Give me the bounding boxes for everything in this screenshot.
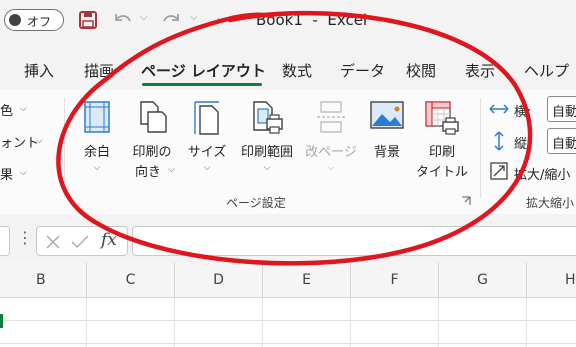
margins-icon	[84, 101, 110, 133]
scale-group-label: 拡大縮小	[526, 196, 575, 210]
column-header-g[interactable]: G	[438, 262, 526, 298]
tab-review[interactable]: 校閲	[406, 60, 436, 81]
scale-icon	[490, 162, 508, 180]
group-separator	[64, 98, 65, 198]
grid-line	[350, 298, 351, 347]
cancel-icon[interactable]	[45, 234, 61, 250]
active-tab-indicator	[142, 83, 262, 86]
theme-colors-button[interactable]: 色	[0, 100, 13, 119]
active-cell-marker	[0, 314, 3, 328]
size-icon	[194, 101, 219, 135]
column-header-b[interactable]: B	[0, 262, 86, 298]
group-separator	[480, 98, 481, 198]
tab-formulas[interactable]: 数式	[282, 60, 312, 81]
worksheet-grid[interactable]	[0, 298, 576, 347]
background-button[interactable]: 背景	[366, 100, 408, 184]
grid-line	[0, 320, 576, 321]
orientation-button[interactable]: 印刷の 向き ⌵	[128, 100, 176, 184]
margins-button[interactable]: 余白 ⌵	[76, 100, 118, 184]
column-header-h[interactable]: H	[526, 262, 576, 298]
orientation-icon	[140, 101, 167, 133]
customize-qat-icon[interactable]: ⌄	[215, 10, 225, 24]
formula-bar: ⋮ fx	[0, 214, 576, 262]
width-label: 横:	[514, 105, 532, 120]
print-titles-label-1: 印刷	[428, 145, 455, 160]
margins-label: 余白	[83, 145, 110, 160]
tab-insert[interactable]: 挿入	[24, 60, 54, 81]
height-label: 縦:	[514, 137, 532, 152]
tab-help[interactable]: ヘルプ	[524, 60, 569, 81]
formula-buttons: fx	[36, 226, 128, 256]
chevron-down-icon: ⌵	[168, 165, 175, 175]
breaks-icon	[317, 101, 345, 133]
ribbon: 色 ⌵ ォント ⌵ 果 ⌵ 余白 ⌵ 印刷の 向き ⌵ サイズ ⌵ 印刷範囲 ⌵…	[0, 90, 576, 214]
theme-fonts-button[interactable]: ォント	[0, 132, 39, 151]
height-value: 自動	[552, 137, 576, 152]
tab-data[interactable]: データ	[340, 60, 385, 81]
grid-line	[0, 343, 576, 344]
grid-line	[262, 298, 263, 347]
save-icon[interactable]	[76, 8, 100, 32]
height-icon	[494, 131, 504, 151]
chevron-down-icon: ⌵	[93, 163, 101, 173]
chevron-down-icon: ⌵	[36, 136, 43, 146]
print-area-button[interactable]: 印刷範囲 ⌵	[236, 100, 298, 184]
breaks-label: 改ページ	[305, 145, 357, 160]
size-label: サイズ	[187, 145, 227, 160]
chevron-down-icon: ⌵	[327, 163, 335, 173]
breaks-button[interactable]: 改ページ ⌵	[302, 100, 360, 184]
width-value: 自動	[552, 105, 576, 120]
tab-draw[interactable]: 描画	[84, 60, 114, 81]
formula-input[interactable]	[132, 226, 576, 256]
page-setup-group-label: ページ設定	[226, 196, 286, 210]
orientation-label-2: 向き	[134, 165, 161, 180]
orientation-label-1: 印刷の	[132, 145, 172, 160]
chevron-down-icon: ⌵	[263, 163, 271, 173]
chevron-down-icon: ⌵	[20, 104, 27, 114]
name-box[interactable]	[0, 226, 10, 256]
chevron-down-icon: ⌵	[20, 168, 27, 178]
print-area-icon	[253, 101, 283, 134]
tab-page-layout[interactable]: ページ レイアウト	[141, 60, 266, 81]
column-headers: B C D E F G H	[0, 262, 576, 298]
column-header-c[interactable]: C	[86, 262, 174, 298]
insert-function-icon[interactable]: fx	[101, 230, 117, 250]
ribbon-tabs: 挿入 描画 ページ レイアウト 数式 データ 校閲 表示 ヘルプ	[0, 54, 576, 88]
print-titles-button[interactable]: 印刷 タイトル	[414, 100, 470, 184]
document-title: Book1 - Excel	[256, 11, 368, 29]
theme-effects-button[interactable]: 果	[0, 164, 13, 183]
grid-line	[174, 298, 175, 347]
grid-line	[438, 298, 439, 347]
redo-icon[interactable]	[160, 8, 184, 32]
chevron-down-icon: ⌵	[203, 163, 211, 173]
column-header-e[interactable]: E	[262, 262, 350, 298]
scale-label[interactable]: 拡大/縮小	[514, 164, 570, 183]
background-icon	[370, 101, 404, 129]
undo-icon[interactable]	[110, 8, 134, 32]
column-header-d[interactable]: D	[174, 262, 262, 298]
title-bar: オフ ⌵ ⌵ ⌄ Book1 - Excel	[0, 0, 576, 42]
tab-view[interactable]: 表示	[465, 60, 495, 81]
height-select[interactable]: 自動	[547, 128, 576, 154]
grid-line	[526, 298, 527, 347]
grid-line	[86, 298, 87, 347]
autosave-label: オフ	[27, 15, 52, 29]
width-icon	[489, 104, 509, 114]
autosave-toggle[interactable]: オフ	[4, 9, 64, 31]
print-area-label: 印刷範囲	[240, 145, 293, 160]
dialog-launcher-icon[interactable]	[461, 196, 471, 206]
undo-dropdown-icon[interactable]: ⌵	[140, 12, 148, 23]
redo-dropdown-icon[interactable]: ⌵	[190, 12, 198, 23]
size-button[interactable]: サイズ ⌵	[186, 100, 228, 184]
column-header-f[interactable]: F	[350, 262, 438, 298]
print-titles-icon	[425, 101, 459, 135]
enter-icon[interactable]	[71, 234, 89, 250]
toggle-knob	[9, 14, 21, 26]
width-select[interactable]: 自動	[547, 96, 576, 122]
background-label: 背景	[373, 145, 400, 160]
print-titles-label-2: タイトル	[415, 165, 468, 180]
more-options-icon[interactable]: ⋮	[17, 228, 33, 247]
